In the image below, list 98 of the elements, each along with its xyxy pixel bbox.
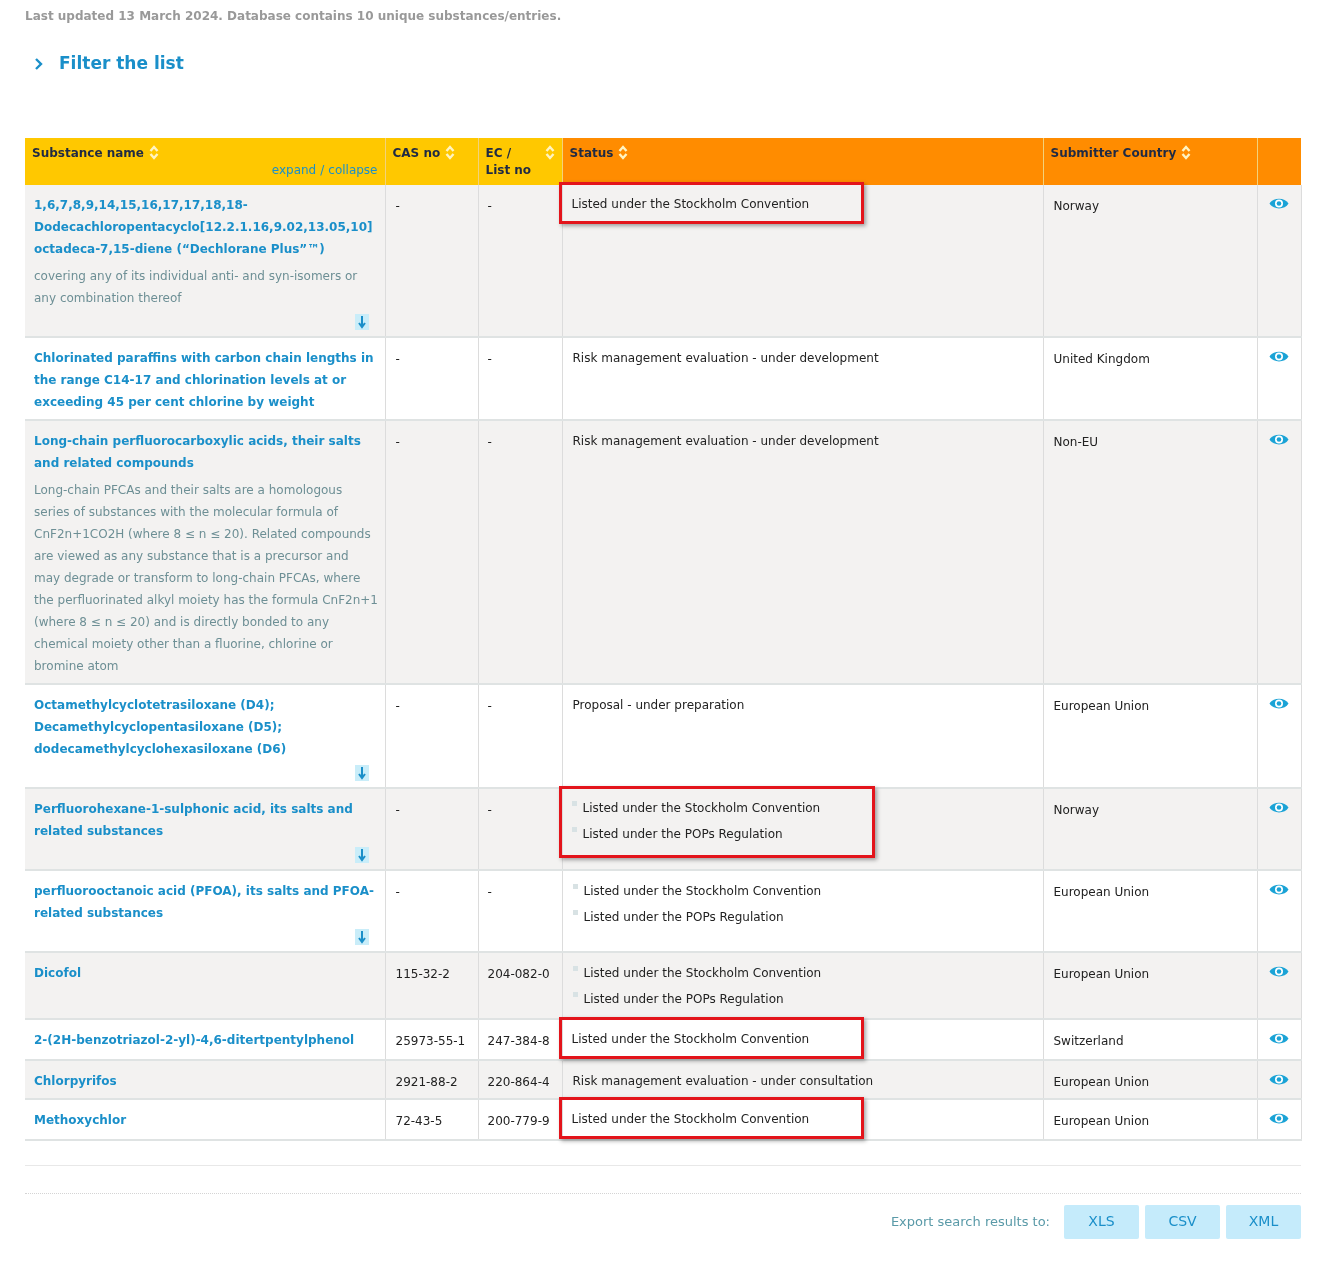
collapse-link[interactable]: collapse — [328, 162, 378, 177]
ec-number: 220-864-4 — [487, 1074, 550, 1089]
country-text: European Union — [1053, 698, 1150, 713]
column-header[interactable]: Substance name expand / collapse — [25, 137, 385, 185]
status-text: Listed under the Stockholm Convention — [571, 1110, 810, 1128]
column-title: CAS no — [392, 144, 441, 162]
country-text: Switzerland — [1053, 1033, 1124, 1048]
country-text: European Union — [1053, 966, 1150, 981]
status-text: Listed under the Stockholm Convention — [571, 1030, 810, 1048]
bullet-icon — [572, 909, 578, 915]
status-text: Listed under the Stockholm Convention — [582, 799, 821, 817]
export-button[interactable]: XML — [1226, 1204, 1301, 1239]
cas-number: - — [395, 698, 400, 713]
column-title: Submitter Country — [1050, 144, 1177, 162]
eye-icon[interactable] — [1269, 1072, 1289, 1086]
status-text: Risk management evaluation - under development — [572, 432, 879, 450]
eye-icon[interactable] — [1269, 196, 1289, 210]
substance-link[interactable]: 2-(2H-benzotriazol-2-yl)-4,6-ditertpentylphenol — [34, 1028, 379, 1051]
cas-number: - — [395, 198, 400, 213]
cas-number: - — [395, 884, 400, 899]
status-text: Listed under the Stockholm Convention — [583, 964, 822, 982]
status-text: Risk management evaluation - under development — [572, 349, 879, 367]
ec-number: - — [487, 351, 492, 366]
country-text: Norway — [1053, 802, 1100, 817]
cas-number: 2921-88-2 — [395, 1074, 458, 1089]
ec-number: 204-082-0 — [487, 966, 550, 981]
filter-link[interactable]: Filter the list — [59, 51, 184, 77]
country-text: European Union — [1053, 884, 1150, 899]
substance-link[interactable]: Dicofol — [34, 961, 379, 984]
eye-icon[interactable] — [1269, 882, 1289, 896]
export-button[interactable]: CSV — [1145, 1204, 1220, 1239]
substance-link[interactable]: Long-chain perfluorocarboxylic acids, their salts and related compounds — [34, 429, 379, 474]
eye-icon[interactable] — [1269, 432, 1289, 446]
status-text: Listed under the Stockholm Convention — [583, 882, 822, 900]
ec-number: - — [487, 802, 492, 817]
sort-icon[interactable] — [618, 144, 629, 160]
column-header[interactable]: Status — [562, 137, 1043, 185]
ec-number: - — [487, 434, 492, 449]
country-text: Non-EU — [1053, 434, 1099, 449]
substance-link[interactable]: Perfluorohexane-1-sulphonic acid, its salts and related substances — [34, 797, 379, 842]
status-text: Risk management evaluation - under consultation — [572, 1072, 874, 1090]
sort-icon[interactable] — [1181, 144, 1192, 160]
eye-icon[interactable] — [1269, 696, 1289, 710]
substance-link[interactable]: Chlorpyrifos — [34, 1069, 379, 1092]
status-text: Listed under the POPs Regulation — [582, 825, 783, 843]
down-arrow-icon[interactable] — [354, 764, 369, 781]
down-arrow-icon[interactable] — [354, 313, 369, 330]
chevron-right-icon[interactable] — [33, 57, 43, 70]
update-note: Last updated 13 March 2024. Database contains 10 unique substances/entries. — [25, 8, 563, 25]
eye-icon[interactable] — [1269, 964, 1289, 978]
country-text: Norway — [1053, 198, 1100, 213]
down-arrow-icon[interactable] — [354, 928, 369, 945]
substance-description: covering any of its individual anti- and syn-isomers or any combination thereof — [34, 267, 359, 307]
bullet-icon — [571, 800, 577, 806]
cas-number: 25973-55-1 — [395, 1033, 466, 1048]
substance-description: Long-chain PFCAs and their salts are a homologous series of substances with the molecular formula of CnF2n+1CO2H (where 8 ≤ n ≤ 20). Related compounds are viewed as any substance that is a precursor and may degrade or transform to long-chain PFCAs, where the perfluorinated alkyl moiety has the formula CnF2n+1 (where 8 ≤ n ≤ 20) and is directly bonded to any chemical moiety other than a fluorine, chlorine or bromine atom — [34, 481, 379, 675]
column-header — [1257, 137, 1301, 185]
column-title: Status — [569, 144, 614, 162]
substance-link[interactable]: Methoxychlor — [34, 1108, 379, 1131]
eye-icon[interactable] — [1269, 1111, 1289, 1125]
country-text: European Union — [1053, 1113, 1150, 1128]
status-text: Listed under the Stockholm Convention — [571, 195, 810, 213]
bullet-icon — [572, 991, 578, 997]
eye-icon[interactable] — [1269, 1031, 1289, 1045]
cas-number: - — [395, 802, 400, 817]
bullet-icon — [572, 965, 578, 971]
cas-number: 115-32-2 — [395, 966, 450, 981]
country-text: United Kingdom — [1053, 351, 1150, 366]
cas-number: - — [395, 434, 400, 449]
status-text: Listed under the POPs Regulation — [583, 990, 784, 1008]
column-header[interactable]: Submitter Country — [1043, 137, 1257, 185]
ec-number: - — [487, 698, 492, 713]
cas-number: - — [395, 351, 400, 366]
cas-number: 72-43-5 — [395, 1113, 443, 1128]
bullet-icon — [572, 883, 578, 889]
bullet-icon — [571, 826, 577, 832]
export-button[interactable]: XLS — [1064, 1204, 1139, 1239]
substance-link[interactable]: Chlorinated paraffins with carbon chain lengths in the range C14-17 and chlorination levels at or exceeding 45 per cent chlorine by weight — [34, 346, 379, 413]
ec-number: 200-779-9 — [487, 1113, 550, 1128]
column-header[interactable]: EC / List no — [478, 137, 562, 185]
eye-icon[interactable] — [1269, 349, 1289, 363]
substance-link[interactable]: perfluorooctanoic acid (PFOA), its salts and PFOA-related substances — [34, 879, 379, 924]
ec-number: - — [487, 198, 492, 213]
column-title: Substance name — [32, 144, 144, 162]
column-header[interactable]: CAS no — [385, 137, 478, 185]
substance-link[interactable]: Octamethylcyclotetrasiloxane (D4); Decamethylcyclopentasiloxane (D5); dodecamethylcyclohexasiloxane (D6) — [34, 693, 379, 760]
substance-link[interactable]: 1,6,7,8,9,14,15,16,17,17,18,18-Dodecachloropentacyclo[12.2.1.16,9.02,13.05,10]octadeca-7,15-diene (“Dechlorane Plus”™) — [34, 193, 379, 260]
export-label: Export search results to: — [890, 1212, 1050, 1231]
column-title: EC / List no — [485, 144, 533, 179]
ec-number: - — [487, 884, 492, 899]
country-text: European Union — [1053, 1074, 1150, 1089]
expand-link[interactable]: expand — [271, 162, 317, 177]
status-text: Proposal - under preparation — [572, 696, 745, 714]
status-text: Listed under the POPs Regulation — [583, 908, 784, 926]
down-arrow-icon[interactable] — [354, 846, 369, 863]
ec-number: 247-384-8 — [487, 1033, 550, 1048]
eye-icon[interactable] — [1269, 800, 1289, 814]
link-separator: / — [320, 162, 325, 177]
